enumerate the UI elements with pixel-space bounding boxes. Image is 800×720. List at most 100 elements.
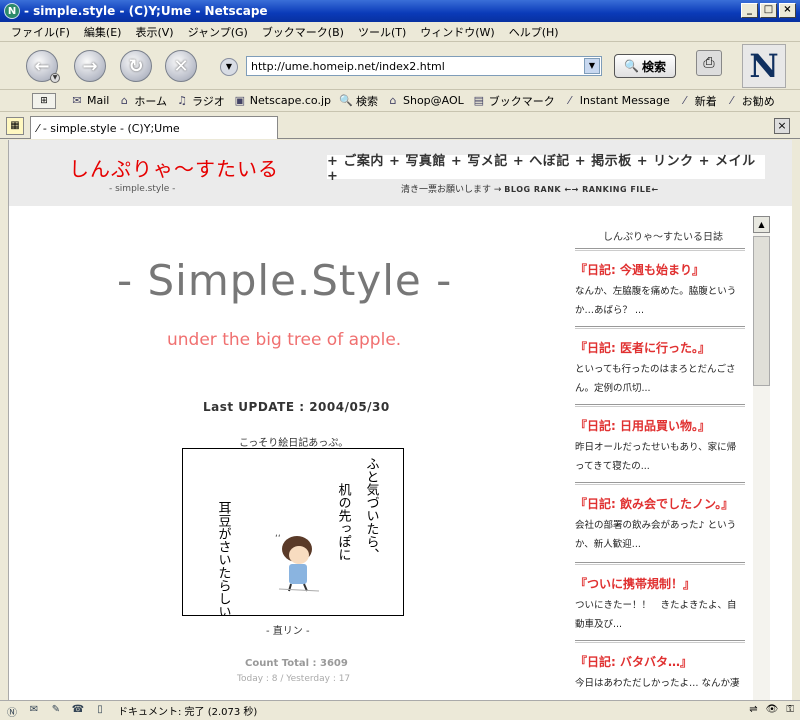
netscape-icon[interactable]: Ⓝ <box>4 704 20 719</box>
page-content: しんぷりゃ〜すたいる - simple.style - + ご案内 + 写真館 … <box>8 140 792 700</box>
bookmark-home[interactable]: ⌂ ホーム <box>117 93 167 109</box>
last-update: Last UPDATE : 2004/05/30 <box>203 400 390 414</box>
stop-icon: ✕ <box>173 55 189 77</box>
diary-picture[interactable]: ふと気づいたら、 机の先っぽに 耳豆がさいたらしい。 ‘‘ <box>182 448 404 631</box>
forward-button[interactable]: → <box>74 50 106 82</box>
pic-text-left: 耳豆がさいたらしい。 <box>216 501 232 615</box>
url-dropdown-icon[interactable]: ▼ <box>584 58 600 74</box>
divider <box>575 326 745 329</box>
entry-title[interactable]: 『日記: 今週も始まり』 <box>575 261 745 278</box>
link-icon: ⁄ <box>568 94 571 107</box>
shop-icon: ⌂ <box>389 94 397 107</box>
sidebar: しんぷりゃ〜すたいる日誌 『日記: 今週も始まり』 なんか、左脇腹を痛めた。脇腹… <box>569 206 749 700</box>
entry-title[interactable]: 『日記: 医者に行った。』 <box>575 339 745 356</box>
search-icon: 🔍 <box>339 94 353 107</box>
maximize-button[interactable]: □ <box>760 3 777 18</box>
site-title[interactable]: しんぷりゃ〜すたいる <box>69 153 279 182</box>
chevron-down-icon[interactable]: ▼ <box>50 73 60 83</box>
menu-bookmarks[interactable]: ブックマーク(B) <box>255 24 351 40</box>
bookmark-shop[interactable]: ⌂ Shop@AOL <box>386 94 464 107</box>
bookmark-new[interactable]: ⁄ 新着 <box>678 93 717 109</box>
list-item: 『日記: 飲み会でしたノン。』 会社の部署の飲み会があった♪ というか、新人歓迎… <box>575 482 745 554</box>
back-button[interactable]: ← ▼ <box>26 50 60 83</box>
diary-illustration: ふと気づいたら、 机の先っぽに 耳豆がさいたらしい。 ‘‘ <box>216 457 380 631</box>
bookmark-radio[interactable]: ♫ ラジオ <box>175 93 225 109</box>
entry-body: 今日はあわただしかったよ… なんか凄 <box>575 678 740 689</box>
bookmark-netscape[interactable]: ▣ Netscape.co.jp <box>233 94 331 107</box>
entry-title[interactable]: 『日記: バタバタ…』 <box>575 653 745 670</box>
menu-window[interactable]: ウィンドウ(W) <box>413 24 501 40</box>
menu-go[interactable]: ジャンプ(G) <box>181 24 255 40</box>
divider <box>575 248 745 251</box>
bookmark-recommend[interactable]: ⁄ お勧め <box>725 93 775 109</box>
search-button-label: 検索 <box>641 59 666 74</box>
security-icon: 👁 <box>765 704 779 715</box>
list-item: 『日記: 医者に行った。』 といっても行ったのはまろとだんごさん。定例の爪切..… <box>575 326 745 398</box>
close-tab-button[interactable]: × <box>774 118 790 134</box>
home-icon: ⌂ <box>120 94 128 107</box>
bookmark-bookmarks[interactable]: ▤ ブックマーク <box>472 93 555 109</box>
big-title: - Simple.Style - <box>117 256 453 305</box>
entry-title[interactable]: 『日記: 飲み会でしたノン。』 <box>575 495 745 512</box>
menu-help[interactable]: ヘルプ(H) <box>502 24 566 40</box>
menu-bar: ファイル(F) 編集(E) 表示(V) ジャンプ(G) ブックマーク(B) ツー… <box>0 22 800 42</box>
new-tab-icon[interactable]: ▦ <box>6 117 24 135</box>
window-title: - simple.style - (C)Y;Ume - Netscape <box>24 4 268 18</box>
site-header: しんぷりゃ〜すたいる - simple.style - + ご案内 + 写真館 … <box>9 140 792 206</box>
url-history-icon[interactable]: ▼ <box>220 58 238 76</box>
title-bar: N - simple.style - (C)Y;Ume - Netscape _… <box>0 0 800 22</box>
entry-body: といっても行ったのはまろとだんごさん。定例の爪切... <box>575 364 736 394</box>
site-nav[interactable]: + ご案内 + 写真館 + 写メ記 + へぼ記 + 掲示板 + リンク + メイ… <box>327 154 765 184</box>
divider <box>575 562 745 565</box>
reload-icon: ↻ <box>128 55 144 77</box>
reload-button[interactable]: ↻ <box>120 50 152 82</box>
menu-file[interactable]: ファイル(F) <box>4 24 77 40</box>
back-arrow-icon: ← <box>34 55 50 77</box>
netscape-icon: N <box>4 3 20 19</box>
forward-arrow-icon: → <box>82 55 98 77</box>
composer-icon[interactable]: ✎ <box>48 704 64 718</box>
tab-simple-style[interactable]: ⁄ - simple.style - (C)Y;Ume <box>30 116 278 139</box>
netscape-logo: N <box>742 44 786 88</box>
search-button[interactable]: 🔍 検索 <box>614 54 676 78</box>
address-book-icon[interactable]: ☎ <box>70 704 86 718</box>
pic-text-mid: 机の先っぽに <box>336 483 352 561</box>
rank-links[interactable]: BLOG RANK ←→ RANKING FILE← <box>504 185 658 194</box>
entry-title[interactable]: 『日記: 日用品買い物。』 <box>575 417 745 434</box>
stop-button[interactable]: ✕ <box>165 50 197 82</box>
url-input[interactable] <box>246 56 602 76</box>
scrollbar-thumb[interactable] <box>753 236 770 386</box>
status-text: ドキュメント: 完了 (2.073 秒) <box>118 707 258 718</box>
vote-line: 清き一票お願いします → BLOG RANK ←→ RANKING FILE← <box>401 182 659 195</box>
entry-body: 昨日オールだったせいもあり、家に帰ってきて寝たの... <box>575 442 737 472</box>
scroll-up-icon[interactable]: ▲ <box>753 216 770 233</box>
tab-bar: ▦ ⁄ - simple.style - (C)Y;Ume × <box>0 113 800 139</box>
page-icon: ▯ <box>97 703 103 715</box>
mail-icon: ✉ <box>72 94 82 107</box>
picture-note: - 直リン - <box>266 626 310 637</box>
menu-edit[interactable]: 編集(E) <box>77 24 129 40</box>
list-item: 『日記: 今週も始まり』 なんか、左脇腹を痛めた。脇腹というか…あばら？ ... <box>575 248 745 320</box>
count-today: Today : 8 / Yesterday : 17 <box>237 674 351 684</box>
menu-tools[interactable]: ツール(T) <box>351 24 413 40</box>
count-total: Count Total : 3609 <box>245 658 348 669</box>
sidebar-scrollbar[interactable]: ▲ <box>753 216 770 700</box>
svg-text:‘‘: ‘‘ <box>275 534 281 544</box>
picture-caption: こっそり絵日記あっぷ。 <box>239 438 349 449</box>
entry-title[interactable]: 『ついに携帯規制！』 <box>575 575 745 592</box>
toolbar-toggle-icon[interactable]: ⊞ <box>32 93 56 109</box>
link-icon: ⁄ <box>683 94 686 107</box>
lock-icon: ⚿ <box>786 704 794 715</box>
bookmark-search[interactable]: 🔍 検索 <box>339 93 378 109</box>
bookmark-instant-message[interactable]: ⁄ Instant Message <box>563 94 670 107</box>
divider <box>575 640 745 643</box>
minimize-button[interactable]: _ <box>741 3 758 18</box>
print-icon[interactable]: ⎙ <box>696 50 722 76</box>
close-button[interactable]: × <box>779 3 796 18</box>
menu-view[interactable]: 表示(V) <box>128 24 180 40</box>
mail-icon[interactable]: ✉ <box>26 704 42 718</box>
status-bar: Ⓝ ✉ ✎ ☎ ▯ ドキュメント: 完了 (2.073 秒) ⇌ 👁 ⚿ <box>0 700 800 720</box>
site-subtitle: - simple.style - <box>109 184 176 194</box>
bookmark-mail[interactable]: ✉ Mail <box>70 94 109 107</box>
vote-text: 清き一票お願いします → <box>401 185 502 195</box>
